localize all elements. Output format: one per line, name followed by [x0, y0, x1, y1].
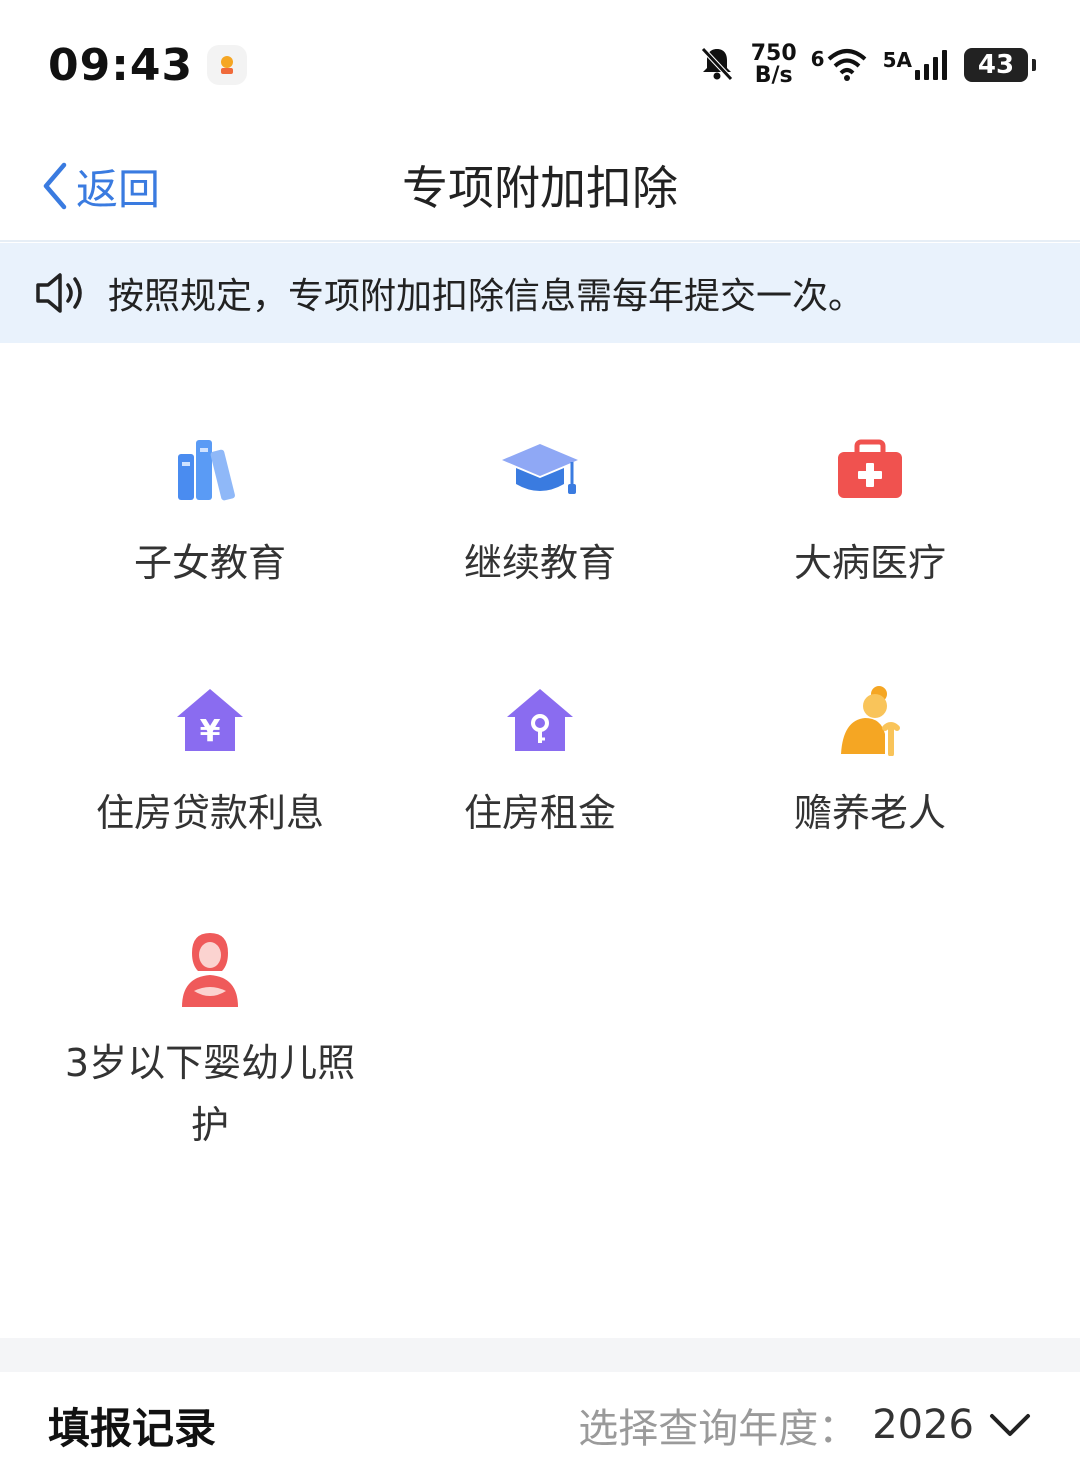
graduation-cap-icon — [500, 430, 580, 510]
category-continuing-education[interactable]: 继续教育 — [375, 430, 705, 594]
back-label: 返回 — [76, 164, 161, 214]
category-housing-rent[interactable]: 住房租金 — [375, 680, 705, 844]
category-elderly-support[interactable]: 赡养老人 — [705, 680, 1035, 844]
status-right: 750 B/s 6 5A 43 — [697, 43, 1036, 87]
back-button[interactable]: 返回 — [40, 150, 160, 222]
books-icon — [170, 430, 250, 510]
svg-text:¥: ¥ — [200, 714, 221, 749]
medical-kit-icon — [830, 430, 910, 510]
app-notification-icon — [207, 45, 248, 85]
net-speed-unit: B/s — [754, 63, 793, 88]
mute-bell-icon — [697, 43, 737, 87]
category-label: 赡养老人 — [793, 791, 946, 835]
house-key-icon — [500, 680, 580, 760]
category-label: 大病医疗 — [793, 541, 946, 585]
category-label: 住房租金 — [463, 791, 616, 835]
signal-bars-icon — [915, 50, 947, 80]
speaker-icon — [36, 273, 82, 313]
records-header: 填报记录 选择查询年度： 2026 — [0, 1372, 1080, 1478]
notice-bar: 按照规定，专项附加扣除信息需每年提交一次。 — [0, 243, 1080, 343]
battery-indicator: 43 — [964, 48, 1036, 82]
section-divider — [0, 1338, 1080, 1372]
year-select-value: 2026 — [872, 1402, 974, 1448]
category-label: 继续教育 — [463, 541, 616, 585]
cellular-indicator: 5A — [883, 48, 950, 82]
status-bar: 09:43 750 B/s 6 5A 43 — [0, 0, 1080, 130]
records-title: 填报记录 — [48, 1403, 217, 1453]
chevron-left-icon — [43, 162, 67, 210]
category-serious-illness[interactable]: 大病医疗 — [705, 430, 1035, 594]
category-label: 住房贷款利息 — [95, 791, 324, 835]
elderly-person-icon — [830, 680, 910, 760]
status-left: 09:43 — [48, 39, 248, 91]
nav-bar: 返回 专项附加扣除 — [0, 130, 1080, 242]
category-infant-care[interactable]: 3岁以下婴幼儿照护 — [45, 930, 375, 1156]
year-select-label: 选择查询年度： — [578, 1406, 859, 1452]
year-selector[interactable]: 选择查询年度： 2026 — [578, 1396, 1032, 1454]
notice-text: 按照规定，专项附加扣除信息需每年提交一次。 — [108, 276, 865, 317]
category-label: 3岁以下婴幼儿照护 — [64, 1041, 356, 1147]
wifi-indicator: 6 — [811, 47, 869, 83]
wifi-label: 6 — [810, 47, 825, 71]
page-title: 专项附加扣除 — [402, 161, 678, 215]
mother-baby-icon — [170, 930, 250, 1010]
status-time: 09:43 — [48, 39, 194, 91]
wifi-icon — [827, 49, 866, 81]
net-speed: 750 B/s — [751, 43, 797, 87]
house-yuan-icon: ¥ — [170, 680, 250, 760]
signal-label: 5A — [882, 48, 912, 72]
category-label: 子女教育 — [133, 541, 286, 585]
category-children-education[interactable]: 子女教育 — [45, 430, 375, 594]
category-housing-loan-interest[interactable]: ¥ 住房贷款利息 — [45, 680, 375, 844]
chevron-down-icon — [990, 1414, 1030, 1436]
